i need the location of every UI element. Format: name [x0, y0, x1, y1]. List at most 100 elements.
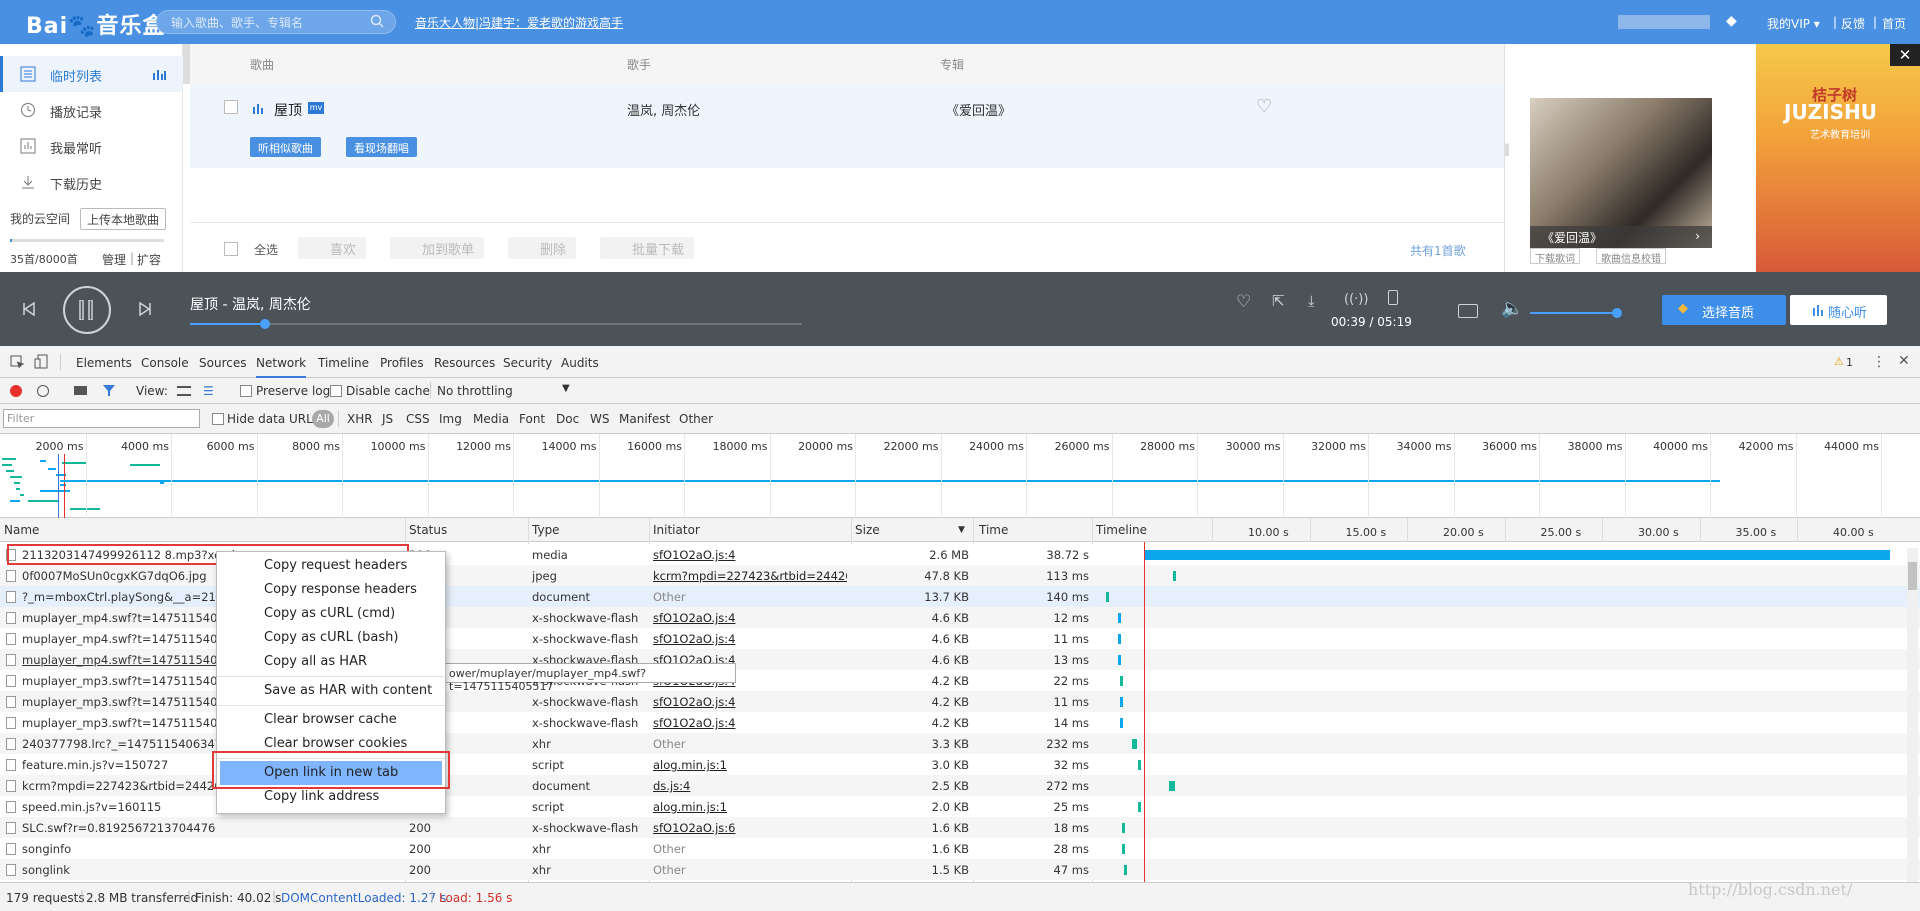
- volume-knob[interactable]: [1612, 308, 1622, 318]
- download-lyrics-button[interactable]: 下载歌词: [1530, 248, 1580, 265]
- username-blurred[interactable]: [1618, 15, 1710, 29]
- column-time[interactable]: Time: [979, 523, 1008, 537]
- download-icon[interactable]: ⤓: [1308, 292, 1315, 310]
- column-timeline[interactable]: Timeline: [1096, 523, 1147, 537]
- filter-input[interactable]: Filter: [3, 409, 200, 428]
- volume-icon[interactable]: 🔈: [1501, 298, 1523, 319]
- disable-cache-checkbox[interactable]: [330, 385, 342, 397]
- sidebar-item-downloads[interactable]: 下载历史: [0, 164, 183, 200]
- tab-resources[interactable]: Resources: [434, 356, 495, 370]
- tab-sources[interactable]: Sources: [199, 356, 246, 370]
- scrollbar-thumb[interactable]: [1908, 562, 1917, 590]
- context-menu-item[interactable]: Clear browser cache: [217, 708, 445, 732]
- throttling-select[interactable]: No throttling: [437, 384, 513, 398]
- previous-track-icon[interactable]: [22, 302, 36, 316]
- mv-badge[interactable]: mv: [308, 102, 324, 114]
- disable-cache-label[interactable]: Disable cache: [346, 384, 430, 398]
- screenshot-camera-icon[interactable]: [74, 386, 87, 395]
- expand-link[interactable]: 扩容: [137, 251, 161, 268]
- search-icon[interactable]: [370, 14, 384, 28]
- type-filter-doc[interactable]: Doc: [556, 412, 579, 426]
- favorite-heart-icon[interactable]: ♡: [1256, 96, 1272, 117]
- feedback-link[interactable]: 反馈: [1841, 15, 1865, 32]
- radio-button[interactable]: 随心听: [1790, 295, 1887, 325]
- waterfall-view-icon[interactable]: ☰: [203, 384, 214, 398]
- ad-banner[interactable]: 桔子树 JUZISHU 艺术教育培训: [1756, 44, 1920, 272]
- tab-elements[interactable]: Elements: [76, 356, 132, 370]
- type-filter-ws[interactable]: WS: [590, 412, 609, 426]
- next-track-icon[interactable]: [138, 302, 152, 316]
- request-name[interactable]: songinfo: [22, 842, 402, 856]
- type-filter-css[interactable]: CSS: [406, 412, 430, 426]
- upload-local-button[interactable]: 上传本地歌曲: [80, 208, 167, 230]
- tab-profiles[interactable]: Profiles: [380, 356, 424, 370]
- column-status[interactable]: Status: [409, 523, 447, 537]
- chevron-down-icon[interactable]: ▼: [562, 383, 570, 394]
- warning-icon[interactable]: ⚠: [1834, 355, 1844, 368]
- context-menu-item[interactable]: Copy all as HAR: [217, 650, 445, 674]
- request-initiator[interactable]: alog.min.js:1: [653, 800, 847, 814]
- preserve-log-label[interactable]: Preserve log: [256, 384, 330, 398]
- song-checkbox[interactable]: [224, 100, 238, 114]
- tab-console[interactable]: Console: [141, 356, 189, 370]
- network-overview[interactable]: 2000 ms 4000 ms 6000 ms 8000 ms 10000 ms 1200…: [0, 434, 1920, 518]
- song-title[interactable]: 屋顶: [274, 100, 302, 120]
- sidebar-item-temp-list[interactable]: 临时列表: [0, 56, 183, 92]
- table-row[interactable]: songinfo 200 xhr Other 1.6 KB 28 ms: [0, 838, 1920, 859]
- collapse-handle[interactable]: ‖: [1504, 142, 1512, 170]
- column-size[interactable]: Size: [855, 523, 880, 537]
- request-initiator[interactable]: sfO1O2aO.js:4: [653, 716, 847, 730]
- type-filter-font[interactable]: Font: [519, 412, 545, 426]
- column-initiator[interactable]: Initiator: [653, 523, 700, 537]
- tab-audits[interactable]: Audits: [561, 356, 599, 370]
- like-button[interactable]: 喜欢: [298, 237, 367, 259]
- mobile-icon[interactable]: [1388, 290, 1398, 305]
- table-row[interactable]: songlink 200 xhr Other 1.5 KB 47 ms: [0, 859, 1920, 880]
- type-filter-other[interactable]: Other: [679, 412, 713, 426]
- tab-network[interactable]: Network: [256, 356, 307, 378]
- context-menu-item[interactable]: Copy as cURL (cmd): [217, 602, 445, 626]
- filter-icon[interactable]: [102, 384, 116, 397]
- song-artist[interactable]: 温岚, 周杰伦: [627, 100, 700, 119]
- live-cover-chip[interactable]: 看现场翻唱: [346, 137, 417, 157]
- pause-button[interactable]: [63, 286, 111, 334]
- type-filter-manifest[interactable]: Manifest: [619, 412, 670, 426]
- sidebar-scrollbar[interactable]: [183, 44, 190, 84]
- type-filter-media[interactable]: Media: [473, 412, 509, 426]
- column-type[interactable]: Type: [532, 523, 560, 537]
- select-all-label[interactable]: 全选: [254, 241, 278, 258]
- context-menu-item[interactable]: Copy as cURL (bash): [217, 626, 445, 650]
- tab-security[interactable]: Security: [503, 356, 552, 370]
- type-filter-xhr[interactable]: XHR: [347, 412, 373, 426]
- add-to-playlist-button[interactable]: 加到歌单: [390, 237, 485, 259]
- type-filter-js[interactable]: JS: [382, 412, 393, 426]
- song-album[interactable]: 《爱回温》: [946, 100, 1011, 119]
- search-input[interactable]: 输入歌曲、歌手、专辑名: [156, 10, 396, 34]
- album-caption[interactable]: 《爱回温》 ›: [1530, 226, 1712, 248]
- inspect-element-icon[interactable]: [10, 355, 24, 369]
- tab-timeline[interactable]: Timeline: [318, 356, 369, 370]
- table-scrollbar[interactable]: [1907, 548, 1918, 882]
- warning-count[interactable]: 1: [1846, 356, 1853, 369]
- progress-slider[interactable]: [190, 319, 802, 329]
- volume-slider[interactable]: [1530, 312, 1618, 314]
- request-initiator[interactable]: sfO1O2aO.js:4: [653, 632, 847, 646]
- broadcast-icon[interactable]: ((·)): [1344, 292, 1368, 307]
- close-devtools-icon[interactable]: ✕: [1898, 353, 1910, 369]
- hide-data-urls-checkbox[interactable]: [212, 413, 224, 425]
- home-link[interactable]: 首页: [1882, 15, 1906, 32]
- request-initiator[interactable]: kcrm?mpdi=227423&rtbid=244266...: [653, 569, 847, 583]
- sidebar-item-most-played[interactable]: 我最常听: [0, 128, 183, 164]
- request-initiator[interactable]: sfO1O2aO.js:4: [653, 695, 847, 709]
- song-info-report-button[interactable]: 歌曲信息校错: [1596, 248, 1666, 265]
- request-initiator[interactable]: ds.js:4: [653, 779, 847, 793]
- record-icon[interactable]: [10, 385, 22, 397]
- context-menu-item[interactable]: Copy response headers: [217, 578, 445, 602]
- type-filter-all[interactable]: All: [312, 410, 334, 428]
- large-rows-icon[interactable]: [177, 386, 191, 396]
- request-name[interactable]: songlink: [22, 863, 402, 877]
- preserve-log-checkbox[interactable]: [240, 385, 252, 397]
- context-menu-item[interactable]: Save as HAR with content: [217, 679, 445, 703]
- like-heart-icon[interactable]: ♡: [1236, 292, 1251, 312]
- type-filter-img[interactable]: Img: [439, 412, 462, 426]
